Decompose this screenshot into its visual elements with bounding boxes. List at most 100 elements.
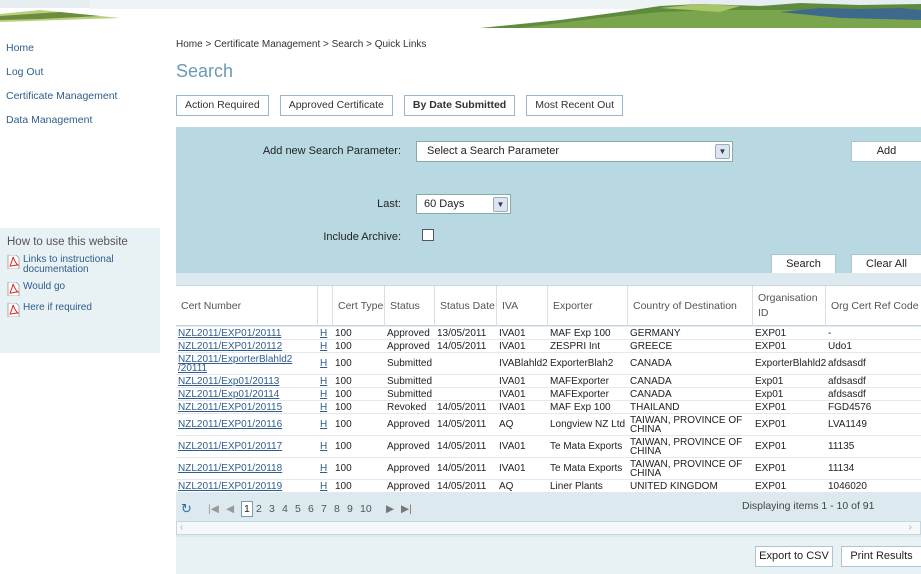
col-exporter[interactable]: Exporter [548, 286, 628, 326]
page-3[interactable]: 3 [269, 503, 275, 515]
col-status[interactable]: Status [385, 286, 435, 326]
cert-number-link[interactable]: NZL2011/EXP01/20115 [178, 402, 282, 412]
cert-number-link[interactable]: NZL2011/EXP01/20111 [178, 328, 281, 338]
tab-most-recent-out[interactable]: Most Recent Out [526, 95, 623, 116]
help-link-here-if-required[interactable]: Here if required [7, 303, 160, 317]
history-link[interactable]: H [320, 341, 327, 351]
history-link[interactable]: H [320, 481, 327, 491]
status-date: 13/05/2011 [437, 327, 487, 339]
page-9[interactable]: 9 [347, 503, 353, 515]
search-parameter-select[interactable]: Select a Search Parameter ▼ [416, 141, 733, 162]
table-row[interactable]: NZL2011/ExporterBlahld2 /20111 H 100 Sub… [176, 353, 921, 375]
table-row[interactable]: NZL2011/Exp01/20114 H 100 Submitted IVA0… [176, 388, 921, 401]
page-10[interactable]: 10 [360, 503, 372, 515]
col-h[interactable] [318, 286, 333, 326]
chevron-down-icon[interactable]: ▼ [493, 197, 508, 212]
country: CANADA [630, 388, 672, 400]
col-cert-type[interactable]: Cert Type [333, 286, 385, 326]
org-cert-ref: 11135 [828, 441, 855, 452]
cert-number-link[interactable]: NZL2011/EXP01/20112 [178, 341, 282, 351]
col-status-date[interactable]: Status Date [435, 286, 497, 326]
add-button[interactable]: Add [851, 141, 921, 162]
nav-home[interactable]: Home [6, 36, 165, 60]
cert-number-link[interactable]: NZL2011/EXP01/20118 [178, 464, 282, 474]
history-link[interactable]: H [320, 420, 327, 430]
search-button[interactable]: Search [771, 254, 836, 275]
country: THAILAND [630, 401, 680, 413]
tab-action-required[interactable]: Action Required [176, 95, 269, 116]
chevron-down-icon[interactable]: ▼ [715, 144, 730, 159]
table-row[interactable]: NZL2011/EXP01/20115 H 100 Revoked 14/05/… [176, 401, 921, 414]
history-link[interactable]: H [320, 389, 327, 399]
exporter: MAFExporter [550, 388, 609, 400]
history-link[interactable]: H [320, 376, 327, 386]
horizontal-scrollbar[interactable]: ‹ › [176, 521, 921, 535]
pdf-icon [7, 255, 20, 269]
iva: IVA01 [499, 375, 526, 387]
cert-number-link[interactable]: NZL2011/Exp01/20114 [178, 389, 279, 399]
table-row[interactable]: NZL2011/EXP01/20117 H 100 Approved 14/05… [176, 436, 921, 458]
last-page-icon[interactable]: ▶| [401, 503, 412, 515]
history-link[interactable]: H [320, 359, 327, 369]
page-2[interactable]: 2 [256, 503, 262, 515]
cert-number-link[interactable]: NZL2011/EXP01/20119 [178, 481, 282, 491]
table-row[interactable]: NZL2011/EXP01/20119 H 100 Approved 14/05… [176, 480, 921, 493]
col-cert-number[interactable]: Cert Number [176, 286, 318, 326]
table-row[interactable]: NZL2011/Exp01/20113 H 100 Submitted IVA0… [176, 375, 921, 388]
table-row[interactable]: NZL2011/EXP01/20116 H 100 Approved 14/05… [176, 414, 921, 436]
cert-number-link[interactable]: NZL2011/ExporterBlahld2 /20111 [178, 354, 318, 373]
iva: IVA01 [499, 401, 526, 413]
scroll-left-icon[interactable]: ‹ [180, 522, 183, 533]
col-organisation-id[interactable]: Organisation ID [753, 286, 826, 326]
prev-page-icon[interactable]: ◀ [226, 503, 234, 515]
status: Approved [387, 340, 430, 352]
iva: IVA01 [499, 463, 526, 474]
include-archive-checkbox[interactable] [422, 229, 434, 241]
table-row[interactable]: NZL2011/EXP01/20118 H 100 Approved 14/05… [176, 458, 921, 480]
tab-by-date-submitted[interactable]: By Date Submitted [403, 95, 516, 116]
next-page-icon[interactable]: ▶ [386, 503, 394, 515]
cert-number-link[interactable]: NZL2011/EXP01/20116 [178, 420, 282, 430]
cert-number-link[interactable]: NZL2011/Exp01/20113 [178, 376, 279, 386]
tab-bar: Action Required Approved Certificate By … [176, 95, 623, 116]
help-link-would-go[interactable]: Would go [7, 282, 160, 296]
page-6[interactable]: 6 [308, 503, 314, 515]
org-cert-ref: 11134 [828, 463, 855, 474]
clear-all-button[interactable]: Clear All [851, 254, 921, 275]
history-link[interactable]: H [320, 328, 327, 338]
col-iva[interactable]: IVA [497, 286, 548, 326]
table-row[interactable]: NZL2011/EXP01/20112 H 100 Approved 14/05… [176, 340, 921, 353]
help-link-documentation[interactable]: Links to instructional documentation [7, 255, 160, 275]
search-parameter-value: Select a Search Parameter [427, 145, 560, 157]
cert-number-link[interactable]: NZL2011/EXP01/20117 [178, 442, 282, 452]
page-7[interactable]: 7 [321, 503, 327, 515]
status: Approved [387, 441, 430, 452]
print-results-button[interactable]: Print Results [841, 546, 921, 567]
refresh-icon[interactable]: ↻ [181, 501, 192, 517]
tab-approved-certificate[interactable]: Approved Certificate [279, 95, 393, 116]
status-date [435, 375, 497, 387]
page-5[interactable]: 5 [295, 503, 301, 515]
page-1[interactable]: 1 [241, 501, 253, 517]
table-row[interactable]: NZL2011/EXP01/20111 H 100 Approved 13/05… [176, 327, 921, 340]
organisation-id: EXP01 [755, 463, 787, 474]
exporter: Liner Plants [550, 480, 603, 492]
status-date: 14/05/2011 [437, 419, 487, 430]
nav-data-management[interactable]: Data Management [6, 108, 165, 132]
last-days-select[interactable]: 60 Days ▼ [416, 194, 511, 214]
nav-certificate-management[interactable]: Certificate Management [6, 84, 165, 108]
page-4[interactable]: 4 [282, 503, 288, 515]
col-org-cert-ref[interactable]: Org Cert Ref Code [826, 286, 921, 326]
export-csv-button[interactable]: Export to CSV [755, 546, 833, 567]
history-link[interactable]: H [320, 402, 327, 412]
col-country[interactable]: Country of Destination [628, 286, 753, 326]
page-8[interactable]: 8 [334, 503, 340, 515]
history-link[interactable]: H [320, 464, 327, 474]
first-page-icon[interactable]: |◀ [208, 503, 219, 515]
nav-logout[interactable]: Log Out [6, 60, 165, 84]
history-link[interactable]: H [320, 442, 327, 452]
scroll-right-icon[interactable]: › [909, 522, 912, 533]
breadcrumb[interactable]: Home > Certificate Management > Search >… [176, 39, 426, 50]
status: Submitted [387, 358, 433, 369]
cert-type: 100 [335, 480, 352, 492]
